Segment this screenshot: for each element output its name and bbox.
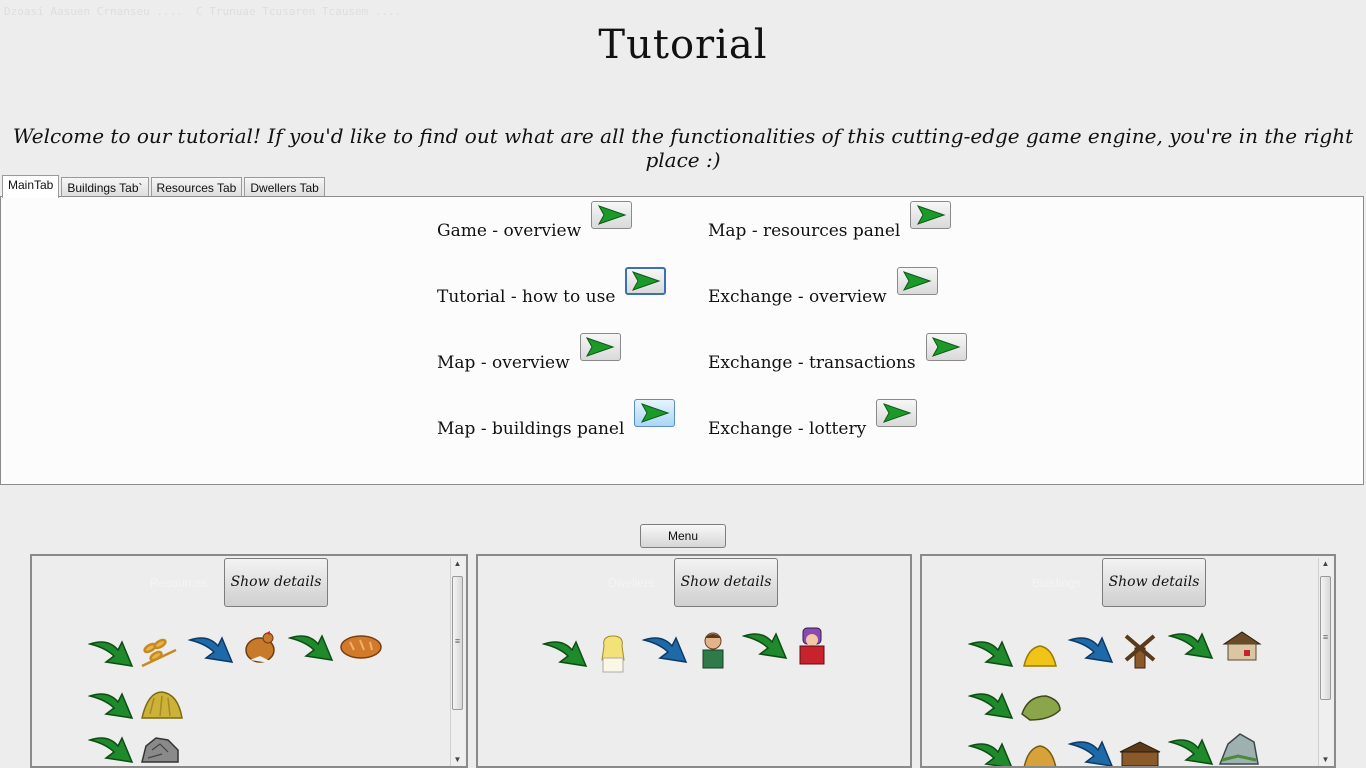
tab-bar: MainTab Buildings Tab` Resources Tab Dwe… [2, 175, 327, 198]
dwellers-caption: Dwellers [608, 576, 655, 590]
blue-arrow-icon[interactable] [1068, 632, 1114, 668]
play-tutorial-button[interactable] [625, 267, 667, 295]
stone-icon [141, 737, 179, 763]
farmer-woman-icon [601, 635, 625, 673]
bread-icon [340, 635, 382, 659]
topic-label: Exchange - overview [708, 287, 887, 307]
play-exchange-overview-button[interactable] [896, 267, 938, 295]
green-arrow-icon[interactable] [968, 636, 1014, 672]
topic-label: Map - resources panel [708, 221, 901, 241]
green-arrow-icon[interactable] [542, 636, 588, 672]
topic-map-buildings-panel: Map - buildings panel [437, 399, 676, 439]
play-map-buildings-button[interactable] [634, 399, 676, 427]
quarry-icon [1218, 733, 1259, 765]
tab-buildings[interactable]: Buildings Tab` [61, 177, 149, 197]
topic-map-overview: Map - overview [437, 333, 621, 373]
tab-dwellers[interactable]: Dwellers Tab [244, 177, 325, 197]
buildings-show-details-button[interactable]: Show details [1102, 558, 1206, 607]
topic-game-overview: Game - overview [437, 201, 633, 241]
tab-main[interactable]: MainTab [2, 175, 60, 198]
scroll-down-arrow-icon[interactable]: ▼ [1319, 754, 1332, 766]
scroll-down-arrow-icon[interactable]: ▼ [451, 754, 464, 766]
blue-arrow-icon[interactable] [1068, 736, 1114, 768]
green-arrow-icon[interactable] [88, 732, 134, 768]
topic-label: Exchange - lottery [708, 419, 867, 439]
blue-arrow-icon[interactable] [188, 632, 234, 668]
tab-resources[interactable]: Resources Tab [150, 177, 243, 197]
main-tab-panel: Game - overview Tutorial - how to use Ma… [0, 196, 1364, 485]
resources-scrollbar[interactable]: ▲ ▼ [450, 558, 464, 766]
play-arrow-icon [916, 205, 946, 225]
play-arrow-icon [903, 271, 932, 291]
topic-label: Game - overview [437, 221, 582, 241]
knight-icon [799, 627, 825, 665]
menu-button[interactable]: Menu [640, 524, 726, 548]
play-arrow-icon [882, 403, 912, 423]
topic-tutorial-how-to-use: Tutorial - how to use [437, 267, 667, 307]
topic-exchange-transactions: Exchange - transactions [708, 333, 967, 373]
topic-label: Tutorial - how to use [437, 287, 616, 307]
scroll-up-arrow-icon[interactable]: ▲ [451, 558, 464, 570]
green-arrow-icon[interactable] [1168, 628, 1214, 664]
page-title: Tutorial [598, 22, 768, 68]
straw-hut-icon [1023, 745, 1057, 766]
resources-show-details-button[interactable]: Show details [224, 558, 328, 607]
play-arrow-icon [631, 271, 661, 291]
scroll-thumb[interactable] [1320, 576, 1331, 700]
farmer-man-icon [702, 632, 724, 669]
chicken-icon [245, 631, 276, 664]
gold-pile-icon [1023, 645, 1057, 667]
resources-panel: Resources Show details ▲ ▼ [30, 554, 468, 768]
buildings-panel: Buildings Show details ▲ ▼ [920, 554, 1336, 768]
scroll-thumb[interactable] [452, 576, 463, 710]
play-exchange-lottery-button[interactable] [876, 399, 918, 427]
windmill-icon [1124, 634, 1156, 669]
topic-exchange-lottery: Exchange - lottery [708, 399, 918, 439]
topic-label: Exchange - transactions [708, 353, 916, 373]
green-arrow-icon[interactable] [742, 628, 788, 664]
resources-caption: Resources [150, 576, 208, 590]
topic-map-resources-panel: Map - resources panel [708, 201, 952, 241]
welcome-text: Welcome to our tutorial! If you'd like t… [12, 124, 1354, 172]
wheat-icon [141, 638, 177, 668]
green-arrow-icon[interactable] [288, 630, 334, 666]
green-arrow-icon[interactable] [88, 636, 134, 672]
play-map-resources-button[interactable] [910, 201, 952, 229]
play-arrow-icon [597, 205, 627, 225]
play-exchange-transactions-button[interactable] [925, 333, 967, 361]
topic-exchange-overview: Exchange - overview [708, 267, 938, 307]
green-arrow-icon[interactable] [1168, 734, 1214, 768]
log-cabin-icon [1119, 741, 1161, 766]
play-map-overview-button[interactable] [579, 333, 621, 361]
topic-label: Map - overview [437, 353, 570, 373]
buildings-caption: Buildings [1032, 576, 1081, 590]
house-icon [1222, 631, 1262, 661]
dwellers-show-details-button[interactable]: Show details [674, 558, 778, 607]
buildings-scrollbar[interactable]: ▲ ▼ [1318, 558, 1332, 766]
green-arrow-icon[interactable] [88, 688, 134, 724]
play-arrow-icon [640, 403, 670, 423]
dwellers-panel: Dwellers Show details [476, 554, 912, 768]
play-game-overview-button[interactable] [591, 201, 633, 229]
green-arrow-icon[interactable] [968, 738, 1014, 768]
blue-arrow-icon[interactable] [642, 632, 688, 668]
green-arrow-icon[interactable] [968, 688, 1014, 724]
grass-field-icon [1021, 695, 1061, 721]
scroll-up-arrow-icon[interactable]: ▲ [1319, 558, 1332, 570]
hay-icon [141, 691, 183, 719]
play-arrow-icon [932, 337, 961, 357]
topic-label: Map - buildings panel [437, 419, 625, 439]
play-arrow-icon [586, 337, 615, 357]
